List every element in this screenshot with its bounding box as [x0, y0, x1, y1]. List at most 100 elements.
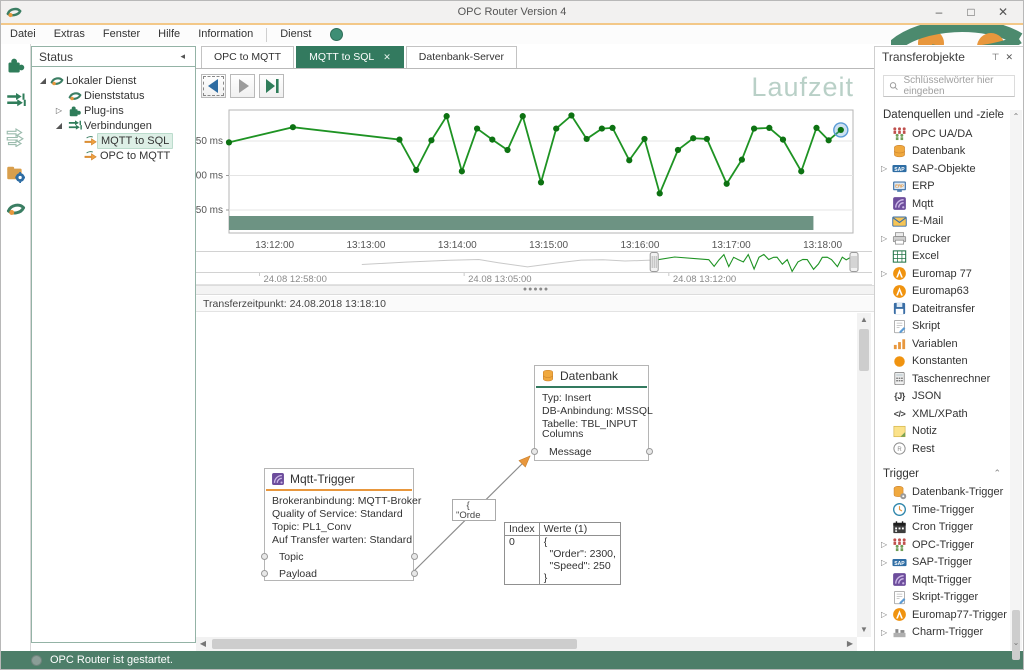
- transfer-item-variablen[interactable]: Variablen: [875, 335, 1023, 353]
- tree-item-mqtt-to-sql[interactable]: MQTT to SQL: [32, 133, 195, 148]
- keyword-search-input[interactable]: Schlüsselwörter hier eingeben: [883, 75, 1015, 97]
- vscroll-thumb[interactable]: [859, 329, 869, 371]
- section-header-datenquellen-und-ziele[interactable]: Datenquellen und -ziele⌃: [875, 99, 1023, 125]
- menu-item-information[interactable]: Information: [189, 25, 262, 44]
- rail-transfer-arrows-outline-icon[interactable]: [1, 122, 30, 152]
- close-button[interactable]: ✕: [987, 1, 1019, 23]
- runtime-overview-timeline[interactable]: 24.08 12:58:0024.08 13:05:0024.08 13:12:…: [196, 251, 872, 285]
- tree-item-opc-to-mqtt[interactable]: OPC to MQTT: [32, 148, 195, 163]
- transfer-item-excel[interactable]: Excel: [875, 248, 1023, 266]
- mqtt-trigger-node-port-payload-out[interactable]: [411, 570, 418, 577]
- transfer-item-sap-objekte[interactable]: ▷SAPSAP-Objekte: [875, 160, 1023, 178]
- hscroll-thumb[interactable]: [212, 639, 577, 649]
- datenbank-node-port-message-out[interactable]: [646, 448, 653, 455]
- transfer-item-charm-trigger[interactable]: ▷Charm-Trigger: [875, 624, 1023, 642]
- transfer-item-datenbank[interactable]: Datenbank: [875, 143, 1023, 161]
- rail-plugins-icon[interactable]: [1, 50, 30, 80]
- transfer-item-json[interactable]: {J}JSON: [875, 388, 1023, 406]
- minimize-button[interactable]: –: [923, 1, 955, 23]
- expander-collapsed-icon[interactable]: ▷: [881, 164, 887, 173]
- transfer-item-skript[interactable]: Skript: [875, 318, 1023, 336]
- mqtt-trigger-node-port-payload-in[interactable]: [261, 570, 268, 577]
- transfer-item-opc-trigger[interactable]: ▷OPC-Trigger: [875, 536, 1023, 554]
- transfer-item-euromap-77[interactable]: ▷Euromap 77: [875, 265, 1023, 283]
- expander-collapsed-icon[interactable]: ▷: [881, 540, 887, 549]
- runtime-chart[interactable]: 450 ms400 ms350 ms13:12:0013:13:0013:14:…: [196, 102, 872, 252]
- rail-opc-router-logo-icon[interactable]: [1, 194, 30, 224]
- transfer-item-erp[interactable]: ERPERP: [875, 178, 1023, 196]
- transfer-item-datenbank-trigger[interactable]: Datenbank-Trigger: [875, 484, 1023, 502]
- transfer-item-taschenrechner[interactable]: Taschenrechner: [875, 370, 1023, 388]
- expander-expanded-icon[interactable]: ◢: [54, 121, 64, 130]
- section-collapse-icon[interactable]: ⌃: [993, 468, 1001, 479]
- transfer-item-cron-trigger[interactable]: Cron Trigger: [875, 519, 1023, 537]
- section-collapse-icon[interactable]: ⌃: [993, 109, 1001, 120]
- transfer-item-opc-ua-da[interactable]: OPC UA/DA: [875, 125, 1023, 143]
- datenbank-node[interactable]: DatenbankTyp: Insert DB-Anbindung: MSSQL…: [534, 365, 649, 461]
- tree-item-plug-ins[interactable]: ▷Plug-ins: [32, 103, 195, 118]
- tab-opc-to-mqtt[interactable]: OPC to MQTT: [201, 46, 294, 68]
- transfer-item-euromap63[interactable]: Euromap63: [875, 283, 1023, 301]
- skip-to-latest-button[interactable]: [259, 74, 284, 98]
- tab-mqtt-to-sql[interactable]: MQTT to SQL✕: [296, 46, 404, 68]
- transfer-item-xml-xpath[interactable]: </>XML/XPath: [875, 405, 1023, 423]
- expander-collapsed-icon[interactable]: ▷: [881, 610, 887, 619]
- tree-item-lokaler-dienst[interactable]: ◢Lokaler Dienst: [32, 73, 195, 88]
- panel-scroll-thumb[interactable]: [1012, 610, 1020, 660]
- transfer-item-dateitransfer[interactable]: Dateitransfer: [875, 300, 1023, 318]
- rail-service-config-icon[interactable]: [1, 158, 30, 188]
- rail-transfer-arrows-icon[interactable]: [1, 86, 30, 116]
- transfer-item-euromap77-trigger[interactable]: ▷Euromap77-Trigger: [875, 606, 1023, 624]
- canvas-horizontal-scrollbar[interactable]: ◀▶: [196, 637, 857, 651]
- horizontal-splitter[interactable]: ●●●●●: [196, 285, 876, 295]
- mqtt-trigger-node[interactable]: Mqtt-TriggerBrokeranbindung: MQTT-Broker…: [264, 468, 414, 581]
- mqtt-trigger-node-port-topic[interactable]: Topic: [265, 549, 413, 565]
- tree-item-dienststatus[interactable]: Dienststatus: [32, 88, 195, 103]
- mqtt-trigger-node-port-topic-in[interactable]: [261, 553, 268, 560]
- expander-expanded-icon[interactable]: ◢: [38, 76, 48, 85]
- scroll-right-icon[interactable]: ▶: [843, 637, 857, 651]
- transfer-item-e-mail[interactable]: E-Mail: [875, 213, 1023, 231]
- range-start-handle[interactable]: [650, 253, 658, 272]
- tab-datenbank-server[interactable]: Datenbank-Server: [406, 46, 517, 68]
- scroll-down-icon[interactable]: ⌄: [1010, 636, 1022, 650]
- scroll-up-icon[interactable]: ⌃: [1010, 110, 1022, 124]
- menu-item-dienst[interactable]: Dienst: [271, 25, 320, 44]
- transfer-item-skript-trigger[interactable]: Skript-Trigger: [875, 589, 1023, 607]
- menu-item-datei[interactable]: Datei: [1, 25, 45, 44]
- step-forward-button[interactable]: [230, 74, 255, 98]
- scroll-up-icon[interactable]: ▲: [857, 313, 871, 327]
- expander-collapsed-icon[interactable]: ▷: [881, 234, 887, 243]
- transfer-item-mqtt-trigger[interactable]: Mqtt-Trigger: [875, 571, 1023, 589]
- datenbank-node-port-message-in[interactable]: [531, 448, 538, 455]
- mqtt-trigger-node-port-payload[interactable]: Payload: [265, 566, 413, 582]
- panel-close-icon[interactable]: ✕: [1002, 52, 1016, 63]
- transfer-item-konstanten[interactable]: Konstanten: [875, 353, 1023, 371]
- canvas-vertical-scrollbar[interactable]: ▲▼: [857, 313, 871, 637]
- pin-icon[interactable]: ⊤: [989, 52, 1003, 63]
- expander-collapsed-icon[interactable]: ▷: [54, 106, 64, 115]
- expander-collapsed-icon[interactable]: ▷: [881, 558, 887, 567]
- expander-collapsed-icon[interactable]: ▷: [881, 269, 887, 278]
- mqtt-trigger-node-port-topic-out[interactable]: [411, 553, 418, 560]
- range-end-handle[interactable]: [850, 253, 858, 272]
- transfer-item-notiz[interactable]: Notiz: [875, 423, 1023, 441]
- datenbank-node-port-message[interactable]: Message: [535, 444, 648, 460]
- transfer-item-rest[interactable]: RRest: [875, 440, 1023, 458]
- menu-item-fenster[interactable]: Fenster: [94, 25, 149, 44]
- scroll-down-icon[interactable]: ▼: [857, 623, 871, 637]
- scroll-left-icon[interactable]: ◀: [196, 637, 210, 651]
- menu-item-extras[interactable]: Extras: [45, 25, 94, 44]
- section-header-trigger[interactable]: Trigger⌃: [875, 458, 1023, 484]
- flow-canvas[interactable]: Mqtt-TriggerBrokeranbindung: MQTT-Broker…: [196, 313, 857, 637]
- tree-item-verbindungen[interactable]: ◢Verbindungen: [32, 118, 195, 133]
- transfer-item-sap-trigger[interactable]: ▷SAPSAP-Trigger: [875, 554, 1023, 572]
- step-back-button[interactable]: [201, 74, 226, 98]
- expander-collapsed-icon[interactable]: ▷: [881, 628, 887, 637]
- menu-item-hilfe[interactable]: Hilfe: [149, 25, 189, 44]
- transfer-item-mqtt[interactable]: Mqtt: [875, 195, 1023, 213]
- maximize-button[interactable]: □: [955, 1, 987, 23]
- panel-collapse-icon[interactable]: ◂: [177, 51, 188, 62]
- transfer-item-drucker[interactable]: ▷Drucker: [875, 230, 1023, 248]
- transfer-panel-scrollbar[interactable]: ⌃⌄: [1010, 110, 1022, 650]
